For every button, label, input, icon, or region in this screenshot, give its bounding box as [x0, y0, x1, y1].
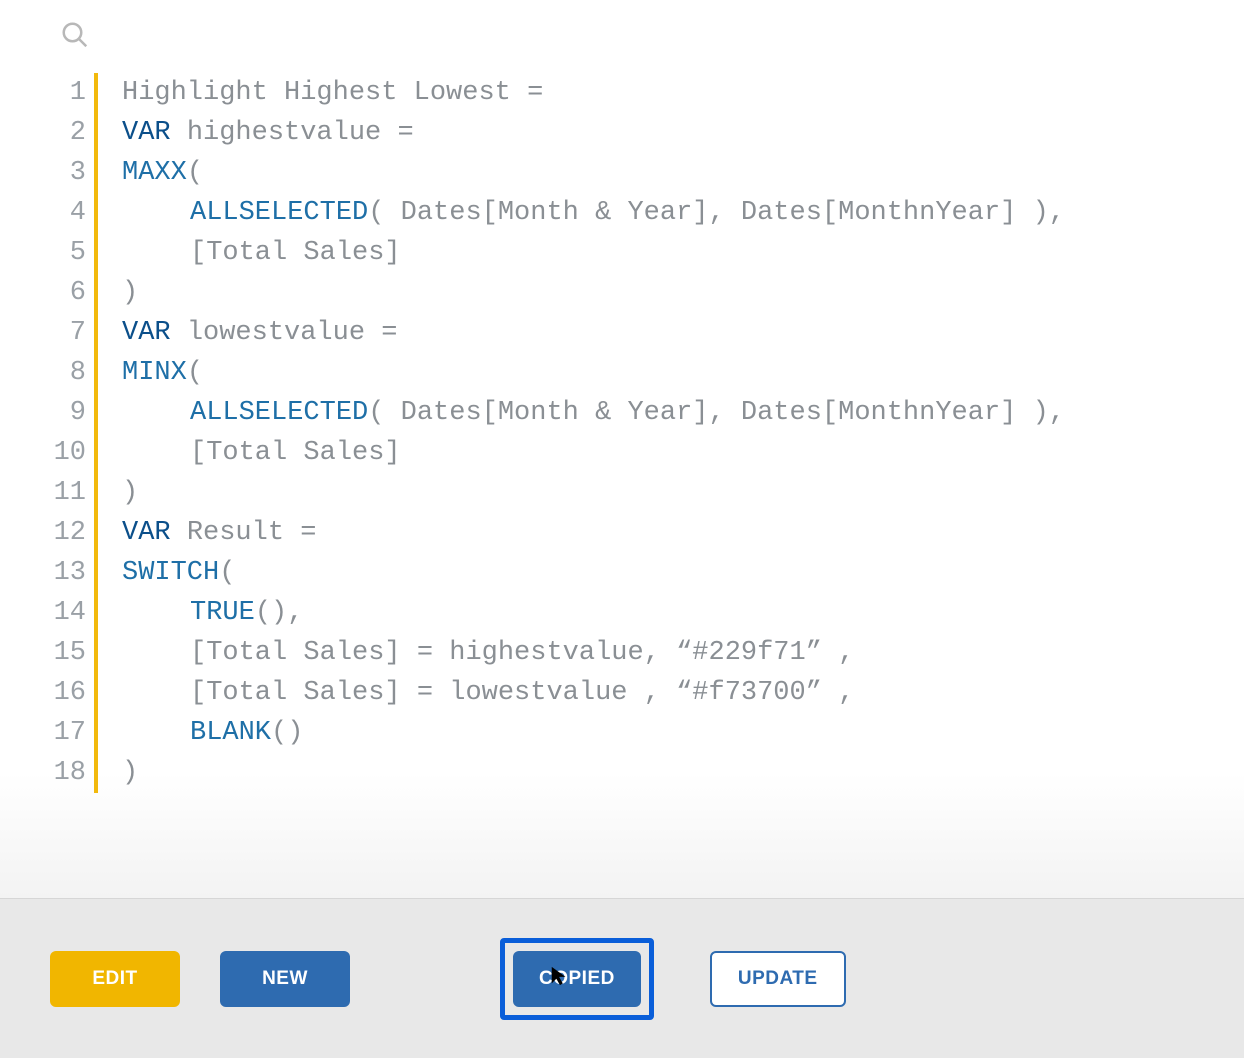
new-button[interactable]: NEW	[220, 951, 350, 1007]
footer-toolbar: EDIT NEW COPIED UPDATE	[0, 898, 1244, 1058]
update-button[interactable]: UPDATE	[710, 951, 846, 1007]
copied-button-highlight: COPIED	[500, 938, 654, 1020]
function-switch: SWITCH	[122, 558, 219, 588]
equals: =	[527, 78, 543, 108]
line-number: 16	[40, 673, 94, 713]
line-number: 15	[40, 633, 94, 673]
code-editor[interactable]: 1 Highlight Highest Lowest = 2 VAR highe…	[0, 63, 1244, 898]
code-line: 18 )	[40, 753, 1244, 793]
string-literal: “#f73700”	[676, 678, 838, 708]
paren-close: )	[122, 758, 138, 788]
keyword-var: VAR	[122, 318, 171, 348]
code-line: 14 TRUE(),	[40, 593, 1244, 633]
function-blank: BLANK	[190, 718, 271, 748]
code-line: 3 MAXX(	[40, 153, 1244, 193]
code-line: 10 [Total Sales]	[40, 433, 1244, 473]
line-number: 10	[40, 433, 94, 473]
line-number: 8	[40, 353, 94, 393]
top-bar	[0, 0, 1244, 63]
paren-close: )	[122, 478, 138, 508]
measure-ref: [Total Sales]	[190, 638, 401, 668]
measure-name: Highlight Highest Lowest	[122, 78, 527, 108]
line-number: 14	[40, 593, 94, 633]
code-line: 11 )	[40, 473, 1244, 513]
measure-ref: [Total Sales]	[190, 678, 401, 708]
line-number: 12	[40, 513, 94, 553]
code-line: 2 VAR highestvalue =	[40, 113, 1244, 153]
code-line: 4 ALLSELECTED( Dates[Month & Year], Date…	[40, 193, 1244, 233]
edit-button[interactable]: EDIT	[50, 951, 180, 1007]
code-line: 5 [Total Sales]	[40, 233, 1244, 273]
identifier: highestvalue	[187, 118, 398, 148]
function-maxx: MAXX	[122, 158, 187, 188]
code-line: 17 BLANK()	[40, 713, 1244, 753]
keyword-var: VAR	[122, 118, 171, 148]
code-line: 7 VAR lowestvalue =	[40, 313, 1244, 353]
column-ref: Dates[Month & Year]	[401, 198, 709, 228]
line-number: 1	[40, 73, 94, 113]
line-number: 6	[40, 273, 94, 313]
identifier: highestvalue	[449, 638, 643, 668]
line-number: 17	[40, 713, 94, 753]
function-true: TRUE	[190, 598, 255, 628]
function-minx: MINX	[122, 358, 187, 388]
code-line: 16 [Total Sales] = lowestvalue , “#f7370…	[40, 673, 1244, 713]
line-number: 13	[40, 553, 94, 593]
identifier: lowestvalue	[187, 318, 381, 348]
copied-button[interactable]: COPIED	[513, 951, 641, 1007]
code-line: 9 ALLSELECTED( Dates[Month & Year], Date…	[40, 393, 1244, 433]
function-allselected: ALLSELECTED	[190, 198, 368, 228]
identifier: Result	[187, 518, 300, 548]
code-line: 12 VAR Result =	[40, 513, 1244, 553]
line-number: 7	[40, 313, 94, 353]
column-ref: Dates[MonthnYear]	[741, 198, 1016, 228]
code-line: 15 [Total Sales] = highestvalue, “#229f7…	[40, 633, 1244, 673]
equals: =	[397, 118, 413, 148]
keyword-var: VAR	[122, 518, 171, 548]
paren-close: )	[122, 278, 138, 308]
measure-ref: [Total Sales]	[190, 238, 401, 268]
paren-open: (	[187, 158, 203, 188]
app-root: 1 Highlight Highest Lowest = 2 VAR highe…	[0, 0, 1244, 1058]
code-line: 1 Highlight Highest Lowest =	[40, 73, 1244, 113]
column-ref: Dates[Month & Year]	[401, 398, 709, 428]
line-number: 4	[40, 193, 94, 233]
measure-ref: [Total Sales]	[190, 438, 401, 468]
search-icon[interactable]	[60, 37, 90, 55]
code-line: 6 )	[40, 273, 1244, 313]
code-line: 13 SWITCH(	[40, 553, 1244, 593]
line-number: 9	[40, 393, 94, 433]
code-line: 8 MINX(	[40, 353, 1244, 393]
line-number: 2	[40, 113, 94, 153]
line-number: 5	[40, 233, 94, 273]
line-number: 11	[40, 473, 94, 513]
column-ref: Dates[MonthnYear]	[741, 398, 1016, 428]
line-number: 18	[40, 753, 94, 793]
identifier: lowestvalue	[449, 678, 643, 708]
line-number: 3	[40, 153, 94, 193]
function-allselected: ALLSELECTED	[190, 398, 368, 428]
string-literal: “#229f71”	[676, 638, 838, 668]
